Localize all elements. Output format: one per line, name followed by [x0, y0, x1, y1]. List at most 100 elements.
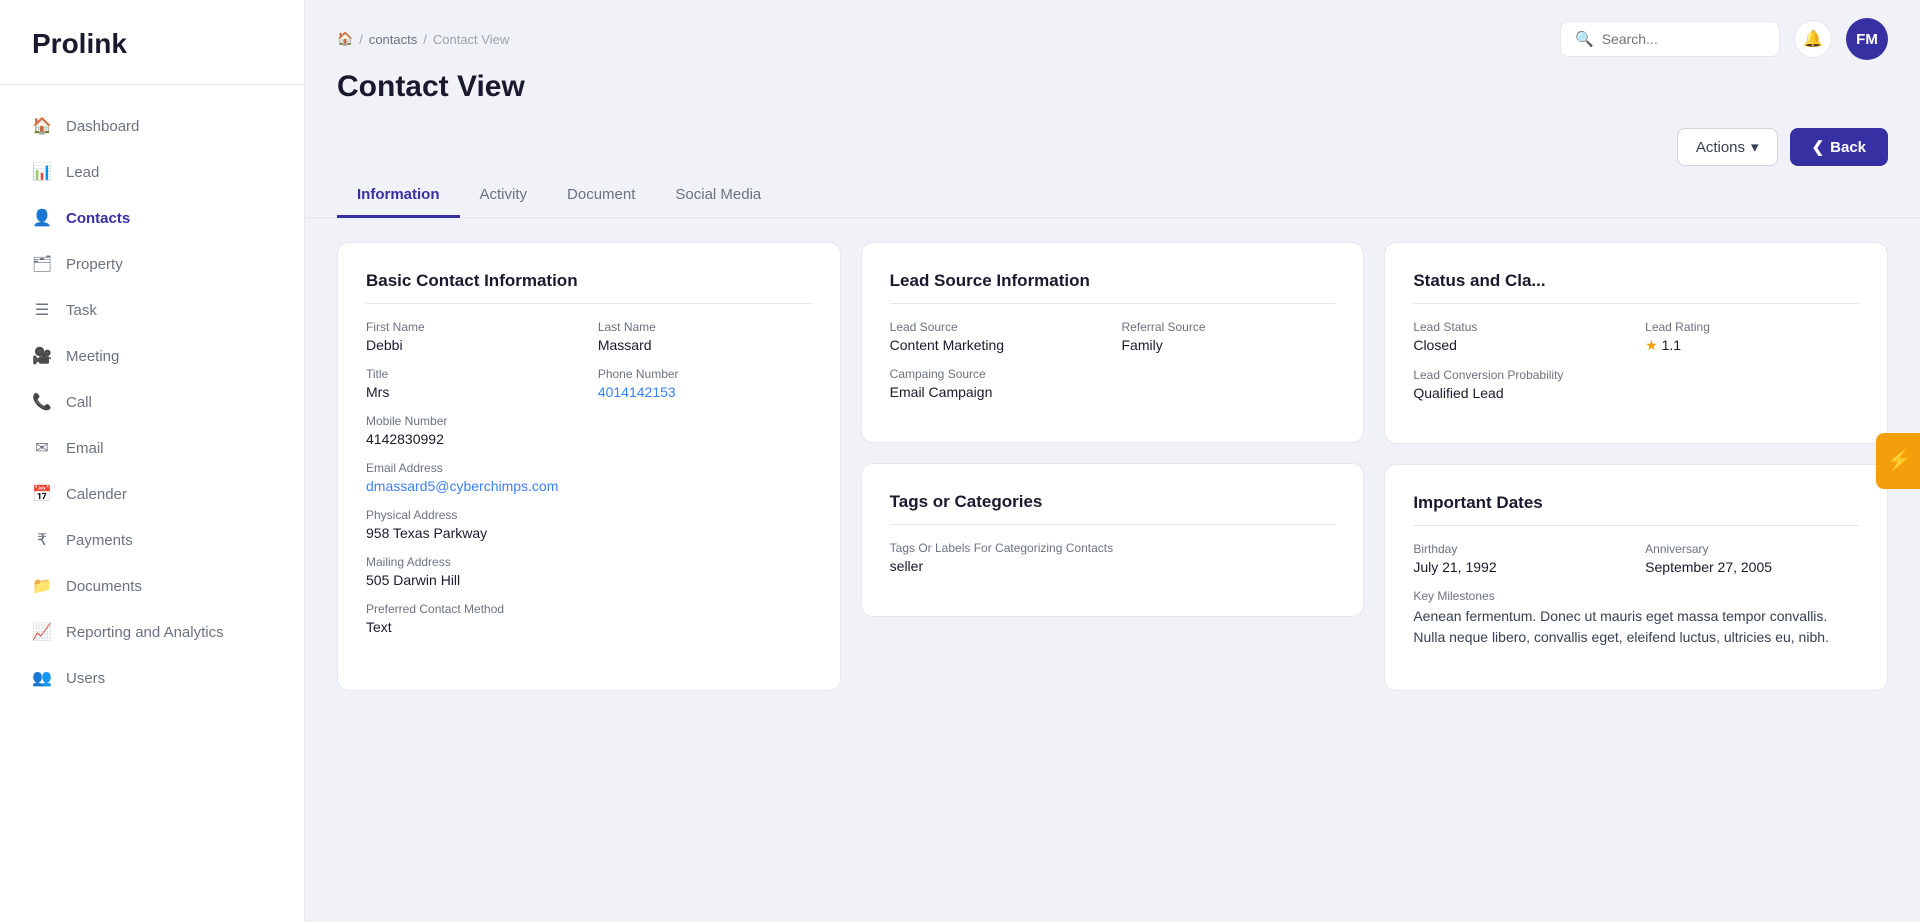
sidebar-item-users[interactable]: 👥 Users	[0, 655, 304, 701]
sidebar-item-label: Calender	[66, 486, 127, 503]
property-icon: 🗂	[32, 254, 52, 274]
tags-card: Tags or Categories Tags Or Labels For Ca…	[861, 463, 1365, 617]
sidebar-item-label: Meeting	[66, 348, 119, 365]
sidebar-item-reporting[interactable]: 📈 Reporting and Analytics	[0, 609, 304, 655]
header: 🏠 / contacts / Contact View 🔍 🔔 FM Conta…	[305, 0, 1920, 120]
lead-source-card: Lead Source Information Lead Source Cont…	[861, 242, 1365, 443]
payments-icon: ₹	[32, 530, 52, 550]
basic-contact-card: Basic Contact Information First Name Deb…	[337, 242, 841, 691]
sidebar-item-label: Users	[66, 670, 105, 687]
users-icon: 👥	[32, 668, 52, 688]
actions-label: Actions	[1696, 139, 1745, 156]
header-top: 🏠 / contacts / Contact View 🔍 🔔 FM	[337, 18, 1888, 60]
breadcrumb-sep1: /	[359, 32, 363, 47]
page-title: Contact View	[337, 70, 1888, 104]
reporting-icon: 📈	[32, 622, 52, 642]
tab-activity[interactable]: Activity	[460, 174, 548, 218]
actions-row: Actions ▾ ❮ Back ＋ Add ✏ Edit 🗑 Delete	[305, 120, 1920, 174]
lead-rating-field: Lead Rating ★ 1.1	[1645, 320, 1859, 354]
documents-icon: 📁	[32, 576, 52, 596]
sidebar: Prolink 🏠 Dashboard 📊 Lead 👤 Contacts 🗂 …	[0, 0, 305, 922]
basic-contact-title: Basic Contact Information	[366, 271, 812, 304]
sidebar-item-label: Email	[66, 440, 104, 457]
actions-button[interactable]: Actions ▾	[1677, 128, 1778, 166]
important-dates-card: Important Dates Birthday July 21, 1992 A…	[1384, 464, 1888, 691]
app-logo: Prolink	[0, 0, 304, 85]
sidebar-item-contacts[interactable]: 👤 Contacts	[0, 195, 304, 241]
anniversary-field: Anniversary September 27, 2005	[1645, 542, 1859, 575]
sidebar-item-label: Reporting and Analytics	[66, 624, 224, 641]
breadcrumb-sep2: /	[423, 32, 427, 47]
sidebar-item-label: Dashboard	[66, 118, 139, 135]
campaign-source-field: Campaing Source Email Campaign	[890, 367, 1336, 400]
status-card: Status and Cla... Lead Status Closed Lea…	[1384, 242, 1888, 444]
contacts-icon: 👤	[32, 208, 52, 228]
preferred-contact-field: Preferred Contact Method Text	[366, 602, 812, 635]
sidebar-item-call[interactable]: 📞 Call	[0, 379, 304, 425]
mobile-field: Mobile Number 4142830992	[366, 414, 812, 447]
sidebar-item-label: Payments	[66, 532, 133, 549]
sidebar-item-property[interactable]: 🗂 Property	[0, 241, 304, 287]
star-icon: ★	[1645, 337, 1658, 353]
email-icon: ✉	[32, 438, 52, 458]
calender-icon: 📅	[32, 484, 52, 504]
task-icon: ☰	[32, 300, 52, 320]
title-field: Title Mrs	[366, 367, 580, 400]
lead-source-title: Lead Source Information	[890, 271, 1336, 304]
lead-source-field: Lead Source Content Marketing	[890, 320, 1104, 353]
avatar[interactable]: FM	[1846, 18, 1888, 60]
back-label: Back	[1830, 139, 1866, 156]
right-column: Status and Cla... Lead Status Closed Lea…	[1384, 242, 1888, 691]
sidebar-item-task[interactable]: ☰ Task	[0, 287, 304, 333]
sidebar-item-label: Call	[66, 394, 92, 411]
header-actions: 🔍 🔔 FM	[1560, 18, 1888, 60]
email-field: Email Address dmassard5@cyberchimps.com	[366, 461, 812, 494]
notification-button[interactable]: 🔔	[1794, 20, 1832, 58]
sidebar-item-label: Task	[66, 302, 97, 319]
last-name-field: Last Name Massard	[598, 320, 812, 353]
breadcrumb-home-icon: 🏠	[337, 31, 353, 47]
breadcrumb-contacts[interactable]: contacts	[369, 32, 417, 47]
breadcrumb: 🏠 / contacts / Contact View	[337, 31, 509, 47]
physical-address-field: Physical Address 958 Texas Parkway	[366, 508, 812, 541]
tags-field: Tags Or Labels For Categorizing Contacts…	[890, 541, 1336, 574]
sidebar-item-label: Contacts	[66, 210, 130, 227]
milestones-field: Key Milestones Aenean fermentum. Donec u…	[1413, 589, 1859, 648]
tab-social-media[interactable]: Social Media	[655, 174, 781, 218]
sidebar-item-calender[interactable]: 📅 Calender	[0, 471, 304, 517]
phone-field: Phone Number 4014142153	[598, 367, 812, 400]
sidebar-item-label: Documents	[66, 578, 142, 595]
sidebar-nav: 🏠 Dashboard 📊 Lead 👤 Contacts 🗂 Property…	[0, 85, 304, 922]
search-input[interactable]	[1602, 31, 1765, 47]
main-content: 🏠 / contacts / Contact View 🔍 🔔 FM Conta…	[305, 0, 1920, 922]
sidebar-item-dashboard[interactable]: 🏠 Dashboard	[0, 103, 304, 149]
sidebar-item-lead[interactable]: 📊 Lead	[0, 149, 304, 195]
dashboard-icon: 🏠	[32, 116, 52, 136]
tab-document[interactable]: Document	[547, 174, 655, 218]
back-button[interactable]: ❮ Back	[1790, 128, 1888, 166]
sidebar-item-email[interactable]: ✉ Email	[0, 425, 304, 471]
referral-source-field: Referral Source Family	[1121, 320, 1335, 353]
breadcrumb-current: Contact View	[433, 32, 509, 47]
first-name-field: First Name Debbi	[366, 320, 580, 353]
content-area: Basic Contact Information First Name Deb…	[305, 218, 1920, 922]
sidebar-item-label: Property	[66, 256, 123, 273]
lead-icon: 📊	[32, 162, 52, 182]
sidebar-item-documents[interactable]: 📁 Documents	[0, 563, 304, 609]
sidebar-item-payments[interactable]: ₹ Payments	[0, 517, 304, 563]
tags-title: Tags or Categories	[890, 492, 1336, 525]
search-bar[interactable]: 🔍	[1560, 21, 1780, 57]
tab-information[interactable]: Information	[337, 174, 460, 218]
status-title: Status and Cla...	[1413, 271, 1859, 304]
sidebar-item-meeting[interactable]: 🎥 Meeting	[0, 333, 304, 379]
call-icon: 📞	[32, 392, 52, 412]
chevron-down-icon: ▾	[1751, 138, 1759, 156]
search-icon: 🔍	[1575, 30, 1594, 48]
ai-fab-button[interactable]: ⚡	[1876, 433, 1920, 489]
conversion-field: Lead Conversion Probability Qualified Le…	[1413, 368, 1859, 401]
important-dates-title: Important Dates	[1413, 493, 1859, 526]
tabs-bar: InformationActivityDocumentSocial Media	[305, 174, 1920, 218]
lead-status-field: Lead Status Closed	[1413, 320, 1627, 354]
sidebar-item-label: Lead	[66, 164, 99, 181]
meeting-icon: 🎥	[32, 346, 52, 366]
